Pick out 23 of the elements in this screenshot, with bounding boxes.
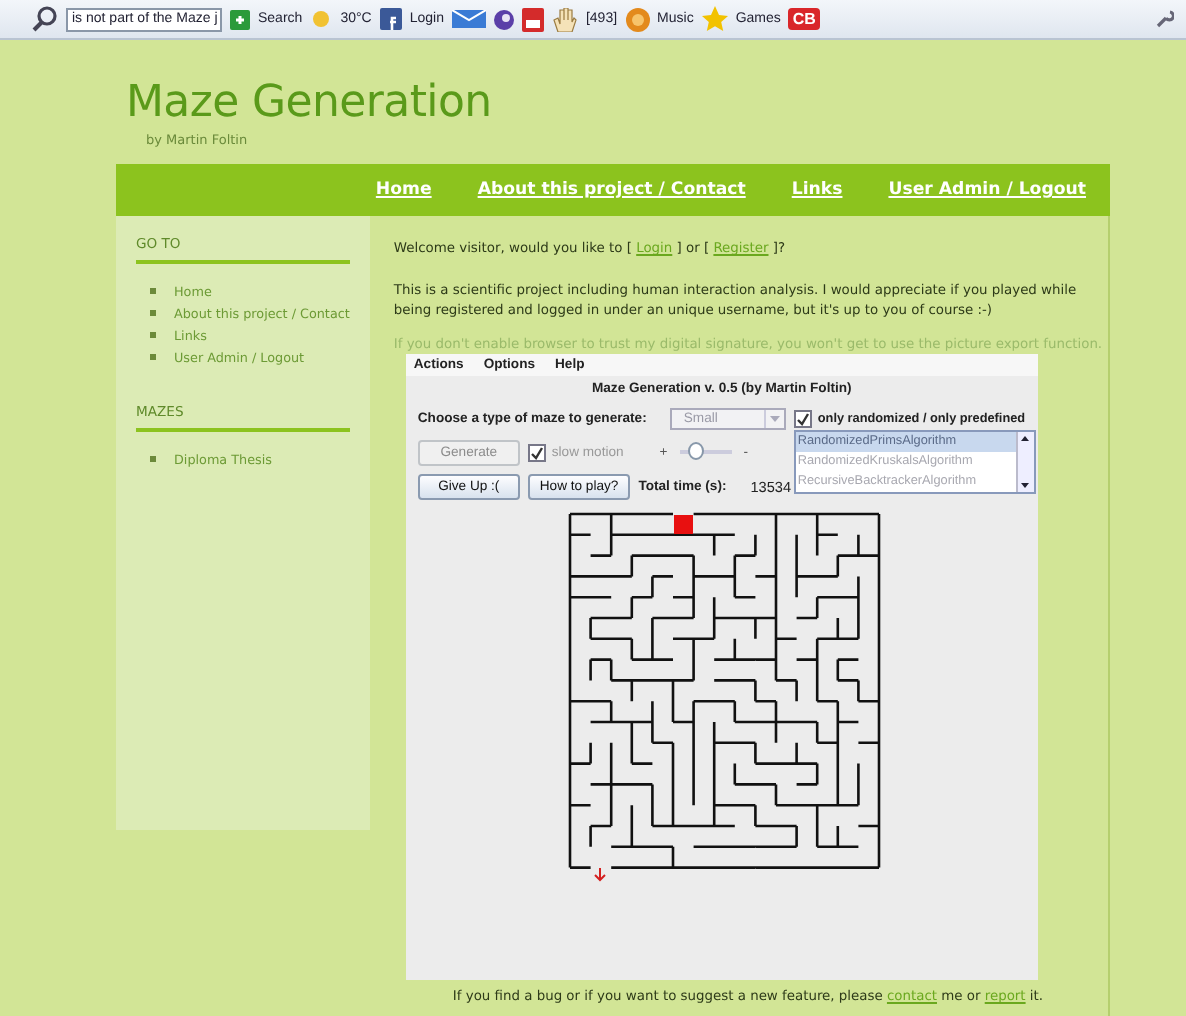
- sun-icon: [310, 8, 333, 30]
- checkbox[interactable]: [793, 409, 812, 427]
- music-icon: [625, 7, 650, 31]
- search-icon[interactable]: [32, 6, 58, 32]
- swirl-icon: [493, 9, 514, 29]
- exit-arrow-icon: [594, 867, 607, 882]
- nav-link[interactable]: Links: [791, 180, 843, 200]
- slider-thumb[interactable]: [687, 442, 704, 460]
- video-icon: [521, 7, 544, 31]
- hand-icon: [551, 7, 578, 31]
- plus-icon: [230, 9, 250, 29]
- nav-link[interactable]: About this project / Contact: [477, 180, 746, 200]
- site-title: Maze Generation: [126, 80, 494, 128]
- star-icon: [701, 6, 728, 32]
- nav-link[interactable]: User Admin / Logout: [888, 180, 1086, 200]
- wrench-icon[interactable]: [1156, 10, 1174, 28]
- games-badge[interactable]: CB: [788, 8, 820, 30]
- player-marker: [674, 515, 694, 534]
- nav-link[interactable]: Home: [375, 180, 432, 200]
- scroll-down-icon[interactable]: [1017, 480, 1032, 492]
- scroll-up-icon[interactable]: [1017, 432, 1032, 444]
- mail-icon: [451, 10, 486, 28]
- social-icon: [379, 8, 402, 30]
